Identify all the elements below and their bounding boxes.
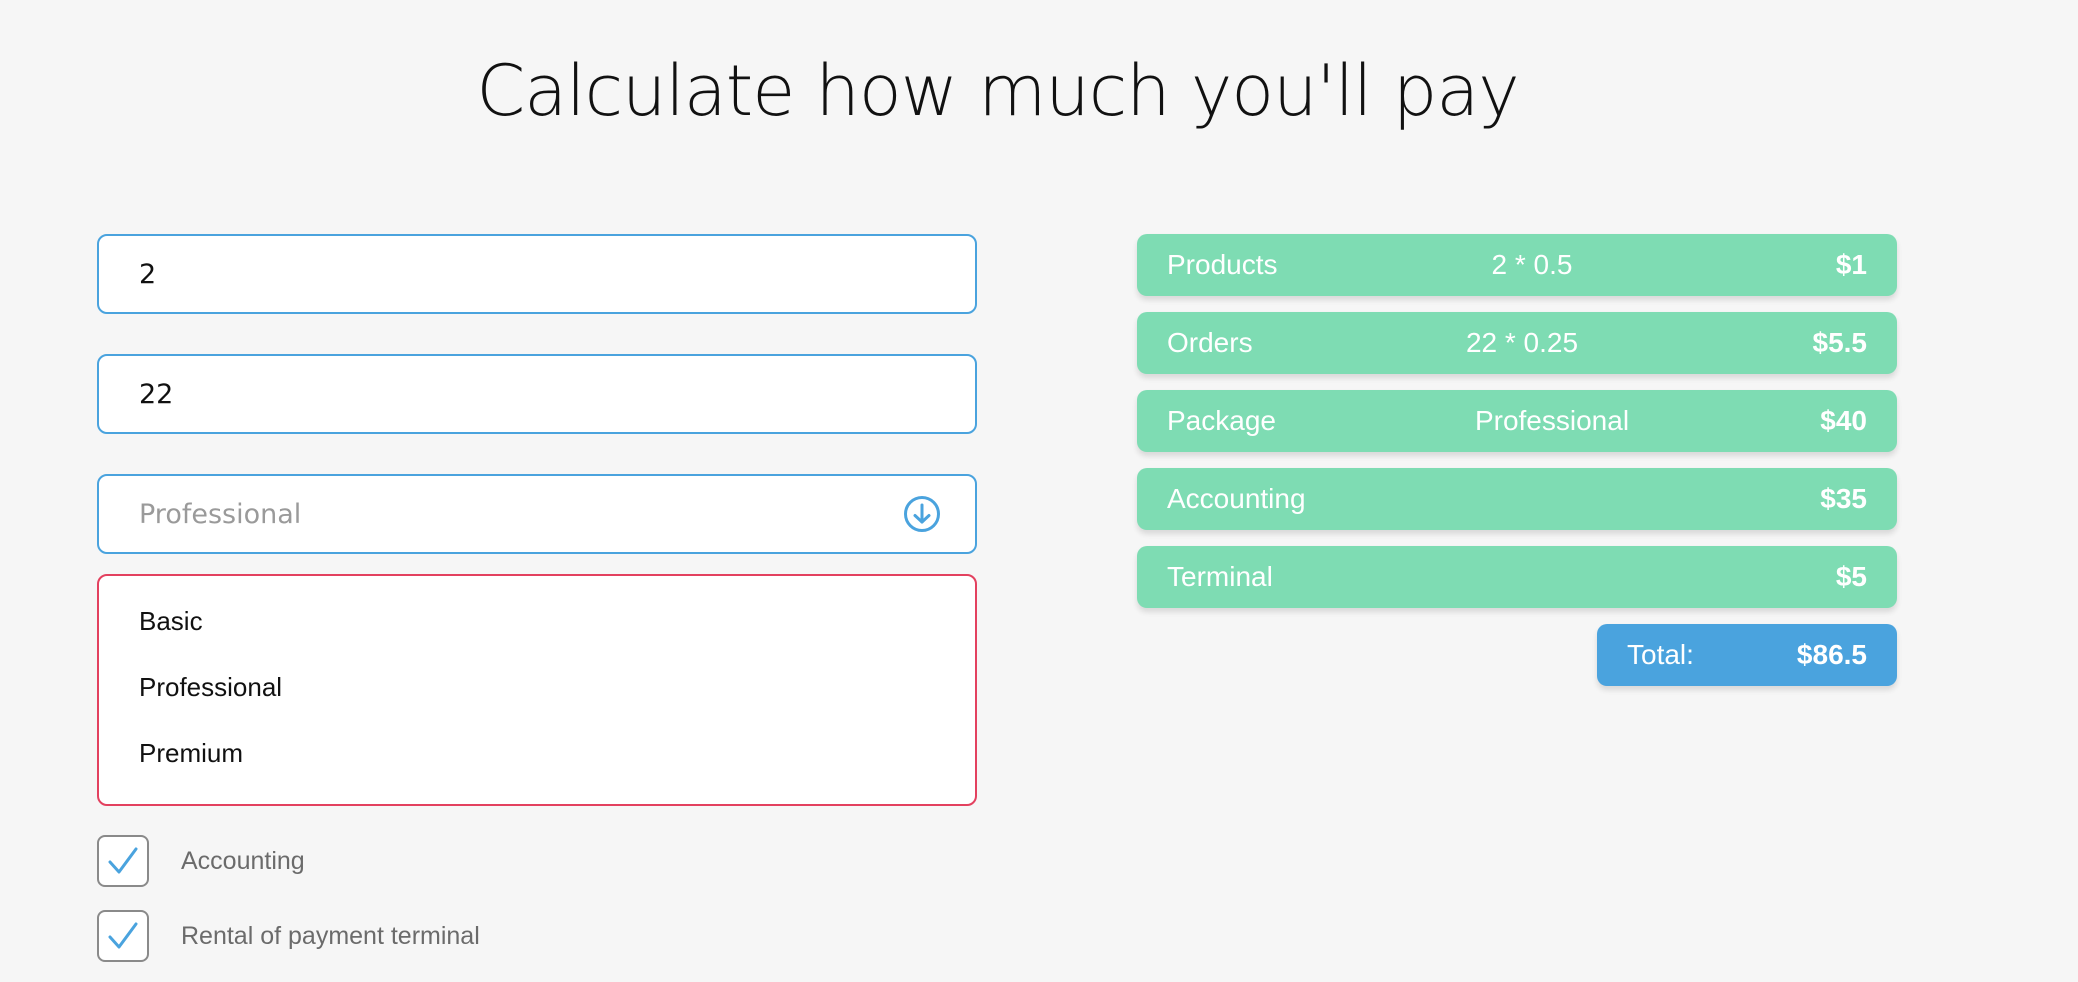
summary-row-name: Terminal: [1167, 561, 1273, 592]
summary-row-amount: $5: [1835, 561, 1867, 592]
summary-row-amount: $1: [1835, 249, 1867, 280]
terminal-checkbox[interactable]: [97, 910, 149, 962]
summary-row-terminal: Terminal $5: [1137, 546, 1897, 608]
checkmark-icon: [108, 922, 138, 949]
summary-row-formula: 2 * 0.5: [1491, 249, 1573, 280]
package-dropdown-list: Basic Professional Premium: [97, 574, 977, 806]
package-select-value: Professional: [139, 498, 302, 530]
orders-input-value: 22: [139, 378, 174, 410]
summary-row-accounting: Accounting $35: [1137, 468, 1897, 530]
summary-row-orders: Orders 22 * 0.25 $5.5: [1137, 312, 1897, 374]
summary-row-amount: $5.5: [1812, 327, 1868, 358]
summary-row-amount: $40: [1820, 405, 1867, 436]
package-option-professional[interactable]: Professional: [99, 654, 975, 720]
package-option-basic[interactable]: Basic: [99, 588, 975, 654]
terminal-label: Rental of payment terminal: [181, 921, 480, 950]
summary-row-name: Accounting: [1167, 483, 1306, 514]
summary-row-formula: Professional: [1474, 405, 1630, 436]
orders-input[interactable]: 22: [97, 354, 977, 434]
summary-row-products: Products 2 * 0.5 $1: [1137, 234, 1897, 296]
total-amount: $86.5: [1796, 639, 1867, 670]
accounting-option[interactable]: Accounting: [97, 835, 305, 887]
total-label: Total:: [1627, 639, 1694, 670]
summary-row-amount: $35: [1820, 483, 1867, 514]
accounting-label: Accounting: [181, 846, 305, 875]
accounting-checkbox[interactable]: [97, 835, 149, 887]
package-option-premium[interactable]: Premium: [99, 720, 975, 786]
checkmark-icon: [108, 847, 138, 874]
summary-row-formula: 22 * 0.25: [1465, 327, 1579, 358]
products-input-value: 2: [139, 258, 157, 290]
calculator-page: Calculate how much you'll pay 2 22 Profe…: [0, 0, 2078, 982]
summary-row-package: Package Professional $40: [1137, 390, 1897, 452]
arrow-down-circle-icon[interactable]: [903, 495, 941, 533]
total-box: Total: $86.5: [1597, 624, 1897, 686]
products-input[interactable]: 2: [97, 234, 977, 314]
package-select[interactable]: Professional: [97, 474, 977, 554]
terminal-option[interactable]: Rental of payment terminal: [97, 910, 480, 962]
page-title: Calculate how much you'll pay: [476, 50, 1519, 132]
